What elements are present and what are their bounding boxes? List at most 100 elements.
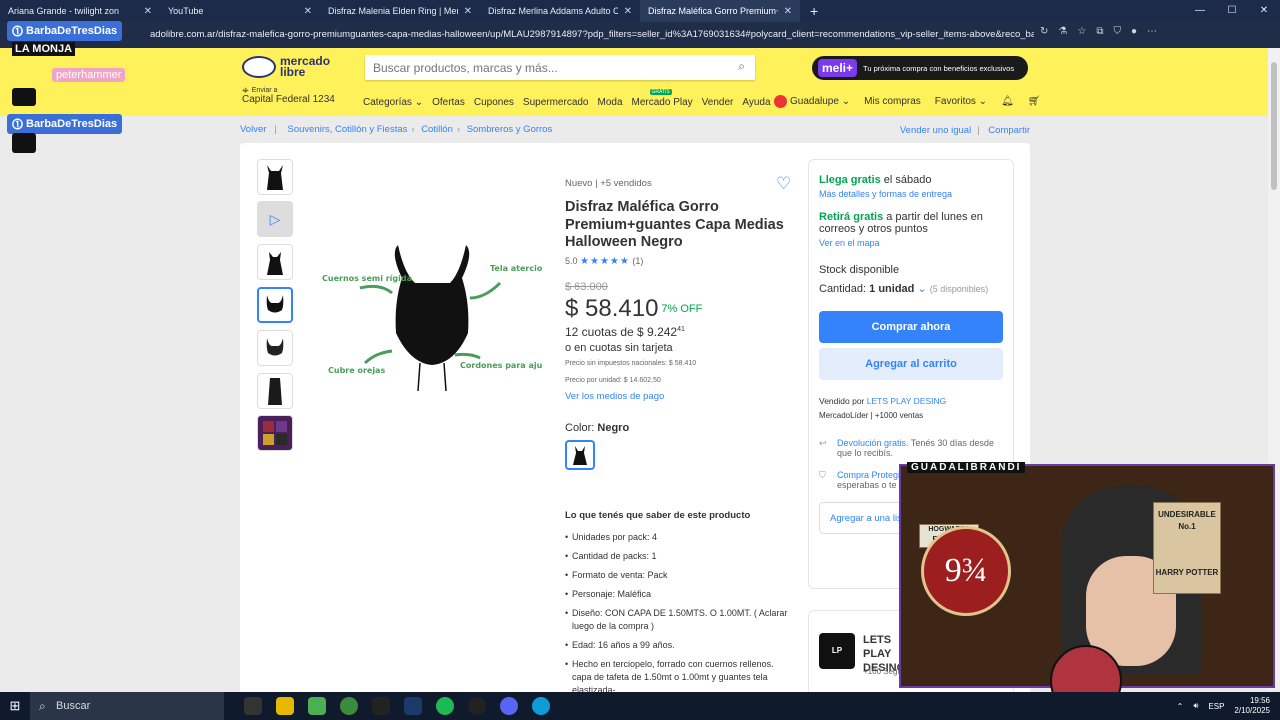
thumbnail-video[interactable]: ▷ (257, 201, 293, 237)
tab-malenia[interactable]: Disfraz Malenia Elden Ring | Merc ✕ (320, 0, 866, 41)
quantity-selector[interactable]: Cantidad: 1 unidad ⌄ (5 disponibles) (819, 282, 1003, 295)
breadcrumb-item[interactable]: Souvenirs, Cotillón y Fiestas (288, 124, 408, 135)
thumbnail-3[interactable] (257, 244, 293, 280)
close-tab-icon[interactable]: ✕ (144, 6, 152, 17)
obs-icon[interactable] (468, 697, 486, 715)
favorite-heart-icon[interactable]: ♡ (776, 174, 791, 194)
lang-indicator[interactable]: ESP (1208, 702, 1224, 711)
product-main-image[interactable]: Cuernos semi rígida Tela aterciopelada C… (320, 243, 542, 403)
windows-start-icon[interactable]: ⊞ (0, 698, 30, 714)
ship-location: Capital Federal 1234 (242, 94, 335, 105)
app-icon[interactable] (308, 697, 326, 715)
condition-sold: Nuevo | +5 vendidos (565, 178, 652, 189)
meli-plus-banner[interactable]: meli+ Tu próxima compra con beneficios e… (812, 56, 1028, 80)
close-tab-icon[interactable]: ✕ (304, 6, 312, 17)
shipping-info: Llega gratis el sábado (819, 174, 1003, 186)
tab-malefica[interactable]: Disfraz Maléfica Gorro Premium+ ✕ (640, 0, 1186, 41)
poster-name: HARRY POTTER (1155, 568, 1219, 577)
thumbnail-1[interactable] (257, 159, 293, 195)
favorites-star-icon[interactable]: ☆ (1077, 26, 1086, 37)
nav-supermercado[interactable]: Supermercado (523, 97, 589, 108)
play-icon: ▷ (269, 210, 281, 227)
search-box: ⌕ (365, 55, 755, 80)
payment-methods-link[interactable]: Ver los medios de pago (565, 391, 795, 402)
search-input[interactable] (365, 55, 715, 80)
current-price: $ 58.410 7% OFF (565, 295, 795, 323)
tab-ariana[interactable]: Ariana Grande - twilight zon ✕ (0, 0, 546, 41)
breadcrumb-item[interactable]: Cotillón (421, 124, 453, 135)
nav-vender[interactable]: Vender (702, 97, 734, 108)
shipping-location[interactable]: ⌖ Enviar a Capital Federal 1234 (242, 84, 335, 105)
add-to-cart-button[interactable]: Agregar al carrito (819, 348, 1003, 380)
user-account[interactable]: Guadalupe ⌄ (774, 95, 850, 108)
thumbnail-4[interactable] (257, 287, 293, 323)
breadcrumb-item[interactable]: Sombreros y Gorros (467, 124, 553, 135)
search-icon[interactable]: ⌕ (738, 59, 745, 74)
back-link[interactable]: Volver (240, 124, 266, 135)
nav-ofertas[interactable]: Ofertas (432, 97, 465, 108)
extension-icon[interactable]: ⚗ (1058, 26, 1067, 37)
return-link[interactable]: Devolución gratis. (837, 438, 909, 448)
thumbnail-5[interactable] (257, 330, 293, 366)
profile-icon[interactable]: ● (1131, 26, 1137, 37)
close-tab-icon[interactable]: ✕ (784, 6, 792, 17)
thumbnail-6[interactable] (257, 373, 293, 409)
steam-icon[interactable] (404, 697, 422, 715)
feature-item: Cantidad de packs: 1 (565, 550, 795, 563)
epic-games-icon[interactable] (372, 697, 390, 715)
discount-badge: 7% OFF (661, 303, 703, 316)
tab-youtube[interactable]: YouTube ✕ (160, 0, 706, 41)
maximize-button[interactable]: ☐ (1216, 0, 1248, 22)
mercadolider-badge: MercadoLíder | +1000 ventas (819, 411, 924, 420)
nav-cupones[interactable]: Cupones (474, 97, 514, 108)
nav-ayuda[interactable]: Ayuda (742, 97, 770, 108)
sold-by-label: Vendido por (819, 396, 867, 406)
edge-icon[interactable] (532, 697, 550, 715)
xbox-icon[interactable] (340, 697, 358, 715)
costume-icon (268, 378, 282, 405)
file-explorer-icon[interactable] (276, 697, 294, 715)
close-tab-icon[interactable]: ✕ (624, 6, 632, 17)
map-link[interactable]: Ver en el mapa (819, 238, 1003, 248)
favorites-link[interactable]: Favoritos ⌄ (935, 96, 987, 107)
shipping-details-link[interactable]: Más detalles y formas de entrega (819, 189, 1003, 199)
chevron-up-icon[interactable]: ⌃ (1177, 702, 1184, 711)
my-purchases-link[interactable]: Mis compras (864, 96, 921, 107)
new-tab-button[interactable]: + (800, 3, 828, 19)
volume-icon[interactable]: 🔊︎ (1193, 701, 1198, 711)
mercadolibre-logo[interactable]: mercado libre (242, 55, 330, 78)
return-icon: ↩ (819, 438, 827, 448)
taskbar-search[interactable]: Buscar (30, 692, 224, 720)
nav-moda[interactable]: Moda (598, 97, 623, 108)
minimize-button[interactable]: — (1184, 0, 1216, 22)
discord-icon[interactable] (500, 697, 518, 715)
url-field[interactable]: adolibre.com.ar/disfraz-malefica-gorro-p… (150, 26, 1034, 44)
buy-now-button[interactable]: Comprar ahora (819, 311, 1003, 343)
rating[interactable]: 5.0 ★★★★★ (1) (565, 256, 795, 267)
window-controls: — ☐ ✕ (1184, 0, 1280, 22)
nav-mercado-play[interactable]: GRATIS Mercado Play (631, 89, 693, 108)
reload-icon[interactable]: ↻ (1040, 26, 1048, 37)
shield-icon[interactable]: ⛉ (1113, 26, 1121, 37)
cart-icon[interactable]: 🛒︎ (1028, 96, 1041, 107)
nav-label: Mercado Play (631, 97, 693, 108)
scrollbar-thumb[interactable] (1271, 62, 1277, 190)
close-window-button[interactable]: ✕ (1248, 0, 1280, 22)
tab-merlina[interactable]: Disfraz Merlina Addams Adulto C ✕ (480, 0, 1026, 41)
close-tab-icon[interactable]: ✕ (464, 6, 472, 17)
thumbnail-7[interactable] (257, 415, 293, 451)
chat-username: LA MONJA (12, 42, 76, 56)
bell-icon[interactable]: 🔔︎ (1001, 96, 1014, 107)
clock[interactable]: 19:56 2/10/2025 (1234, 696, 1270, 716)
rating-value: 5.0 (565, 255, 578, 266)
seller-link[interactable]: LETS PLAY DESING (867, 396, 947, 406)
menu-dots-icon[interactable]: ⋯ (1147, 26, 1157, 37)
spotify-icon[interactable] (436, 697, 454, 715)
nav-categorias[interactable]: Categorías ⌄ (363, 97, 423, 108)
collections-icon[interactable]: ⧉ (1096, 26, 1103, 37)
share-link[interactable]: Compartir (988, 125, 1030, 136)
image-label-ears: Cubre orejas (328, 366, 385, 375)
task-view-icon[interactable] (244, 697, 262, 715)
color-swatch-negro[interactable] (565, 439, 595, 470)
sell-similar-link[interactable]: Vender uno igual (900, 125, 971, 136)
